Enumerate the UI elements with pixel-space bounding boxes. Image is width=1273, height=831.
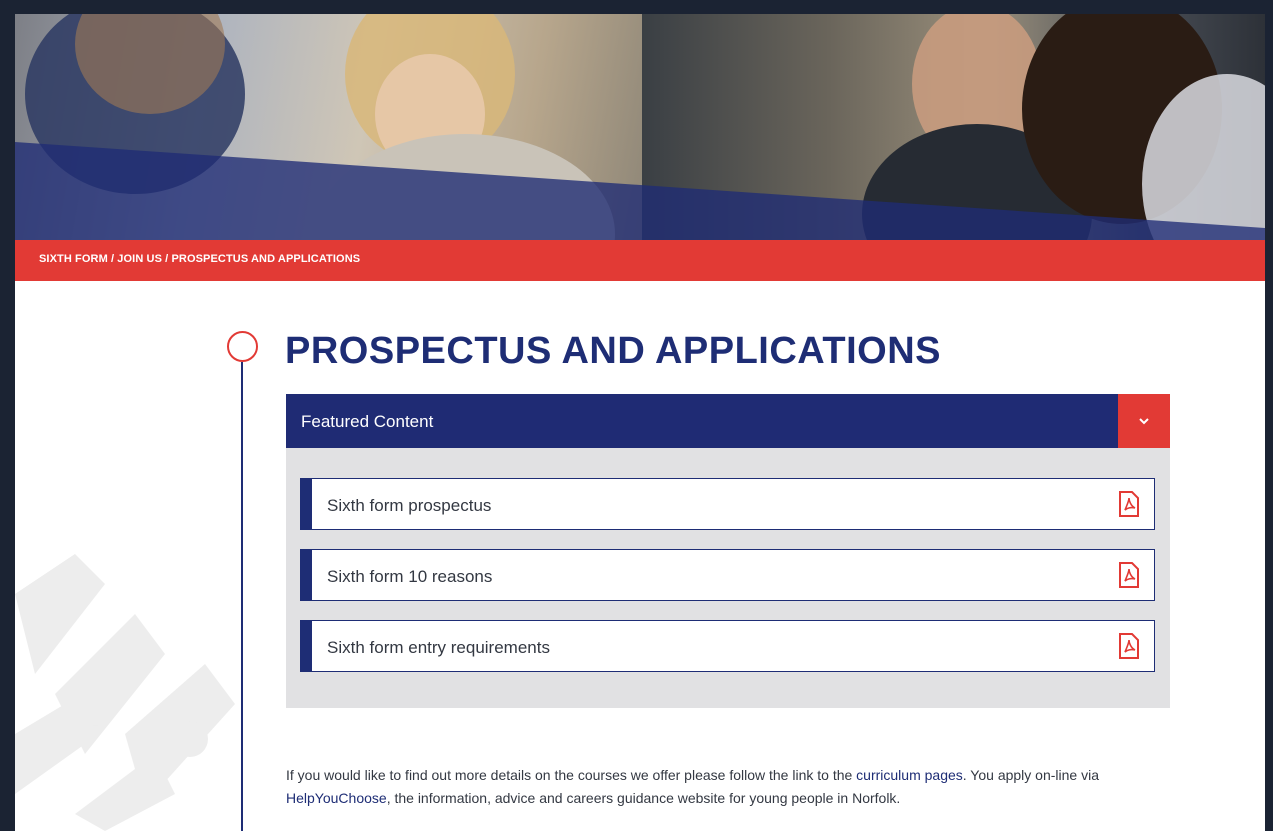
intro-paragraph: If you would like to find out more detai… — [286, 764, 1186, 810]
timeline-line — [241, 362, 243, 831]
page-title: PROSPECTUS AND APPLICATIONS — [285, 330, 942, 372]
paragraph-text: . You apply on-line via — [962, 767, 1099, 783]
chevron-down-icon — [1139, 418, 1149, 425]
page-frame: SIXTH FORM / JOIN US / PROSPECTUS AND AP… — [15, 14, 1265, 831]
breadcrumb: SIXTH FORM / JOIN US / PROSPECTUS AND AP… — [15, 240, 1265, 281]
breadcrumb-text[interactable]: SIXTH FORM / JOIN US / PROSPECTUS AND AP… — [39, 253, 360, 265]
helpyouchoose-link[interactable]: HelpYouChoose — [286, 790, 387, 806]
pdf-icon — [1119, 562, 1139, 588]
timeline-circle — [227, 331, 258, 362]
doc-item-label: Sixth form prospectus — [327, 496, 492, 515]
featured-toggle-button[interactable] — [1118, 394, 1170, 448]
doc-item-entry-requirements[interactable]: Sixth form entry requirements — [300, 620, 1155, 672]
paragraph-text: If you would like to find out more detai… — [286, 767, 857, 783]
pdf-icon — [1119, 491, 1139, 517]
pdf-icon — [1119, 633, 1139, 659]
featured-content-title: Featured Content — [301, 412, 434, 431]
doc-item-label: Sixth form entry requirements — [327, 638, 550, 657]
hero-overlay — [15, 142, 1265, 240]
logo-watermark — [15, 554, 235, 831]
curriculum-pages-link[interactable]: curriculum pages — [856, 767, 963, 783]
doc-item-10-reasons[interactable]: Sixth form 10 reasons — [300, 549, 1155, 601]
hero-banner — [15, 14, 1265, 240]
paragraph-text: , the information, advice and careers gu… — [386, 790, 901, 806]
featured-content-header[interactable]: Featured Content — [286, 394, 1170, 448]
doc-item-label: Sixth form 10 reasons — [327, 567, 493, 586]
doc-item-prospectus[interactable]: Sixth form prospectus — [300, 478, 1155, 530]
featured-content-panel: Featured Content Sixth form prospectus S… — [286, 394, 1170, 708]
